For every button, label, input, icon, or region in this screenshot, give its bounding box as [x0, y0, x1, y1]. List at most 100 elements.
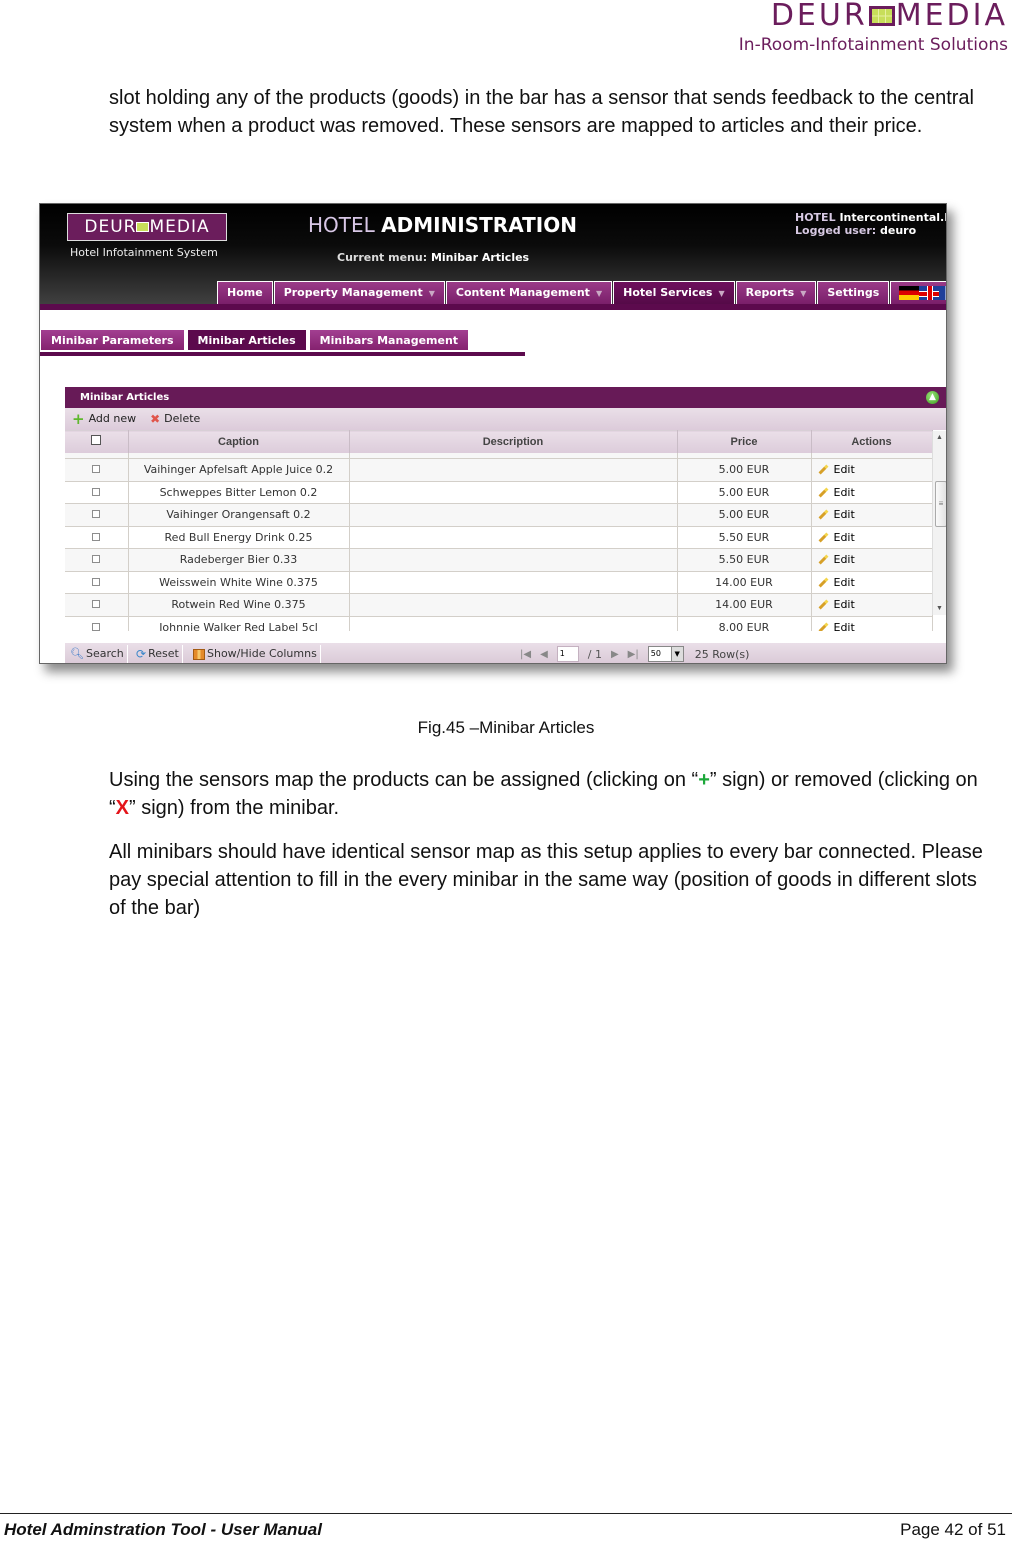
nav-home[interactable]: Home: [217, 281, 273, 304]
nav-content-management[interactable]: Content Management ▼: [445, 281, 613, 304]
edit-button[interactable]: Edit: [818, 508, 855, 521]
caption-cell: Weisswein White Wine 0.375: [128, 571, 350, 594]
app-logo[interactable]: DEUR MEDIA: [67, 213, 227, 241]
chip-icon: [136, 222, 150, 232]
edit-label: Edit: [833, 620, 855, 631]
title-light: HOTEL: [308, 213, 375, 237]
app-header: DEUR MEDIA Hotel Infotainment System HOTE…: [40, 204, 946, 308]
first-page-icon[interactable]: |◀: [520, 649, 531, 660]
edit-button[interactable]: Edit: [818, 531, 855, 544]
table-row[interactable]: Red Bull Energy Drink 0.25 5.50 EUR Edit: [65, 526, 933, 549]
nav-label: Content Management: [455, 286, 590, 299]
actions-cell: Edit: [811, 526, 933, 549]
nav-label: Settings: [827, 286, 880, 299]
description-cell: [349, 616, 678, 631]
prev-page-icon[interactable]: ◀: [540, 649, 548, 660]
edit-label: Edit: [833, 575, 855, 589]
collapse-up-icon[interactable]: ▲: [926, 391, 939, 404]
edit-label: Edit: [833, 530, 855, 544]
column-description[interactable]: Description: [349, 430, 678, 453]
intro-paragraph: slot holding any of the products (goods)…: [109, 87, 974, 137]
columns-label: Show/Hide Columns: [207, 647, 317, 660]
edit-button[interactable]: Edit: [818, 576, 855, 589]
last-page-icon[interactable]: ▶|: [628, 649, 639, 660]
description-cell: [349, 548, 678, 572]
search-label: Search: [85, 647, 124, 660]
tab-minibars-management[interactable]: Minibars Management: [308, 329, 470, 351]
german-flag-icon[interactable]: [899, 286, 920, 300]
edit-label: Edit: [833, 463, 855, 477]
scroll-down-arrow-icon[interactable]: ▼: [936, 605, 943, 612]
hotel-name: Intercontinental.B: [839, 211, 947, 224]
caption-cell: Vaihinger Orangensaft 0.2: [128, 503, 350, 527]
text-segment: ” sign) from the minibar.: [129, 797, 340, 819]
select-all-checkbox[interactable]: [91, 435, 102, 446]
search-button[interactable]: 🔍︎ Search: [68, 645, 128, 663]
app-title: HOTEL ADMINISTRATION: [308, 213, 577, 237]
reset-button[interactable]: ⟳ Reset: [134, 645, 183, 663]
table-row[interactable]: Johnnie Walker Red Label 5cl 8.00 EUR Edit: [65, 616, 933, 631]
uk-flag-icon[interactable]: [919, 286, 940, 300]
pencil-icon: [818, 464, 828, 475]
edit-button[interactable]: Edit: [818, 553, 855, 566]
page-size-select[interactable]: 50 ▼: [647, 646, 684, 662]
add-new-label: Add new: [88, 412, 137, 425]
nav-hotel-services[interactable]: Hotel Services ▼: [613, 281, 735, 304]
show-hide-columns-button[interactable]: Show/Hide Columns: [191, 645, 321, 663]
page-number-input[interactable]: 1: [556, 646, 579, 662]
current-menu: Current menu: Minibar Articles: [337, 251, 529, 264]
nav-reports[interactable]: Reports ▼: [735, 281, 817, 304]
row-checkbox[interactable]: [92, 555, 101, 564]
delete-button[interactable]: ✖ Delete: [150, 408, 200, 430]
pencil-icon: [818, 554, 828, 565]
main-nav: Home Property Management ▼ Content Manage…: [217, 281, 946, 304]
row-select-cell: [65, 571, 129, 594]
hotel-label: HOTEL: [795, 211, 836, 224]
footer-divider: [0, 1513, 1012, 1514]
row-checkbox[interactable]: [92, 600, 101, 609]
add-new-button[interactable]: + Add new: [72, 408, 136, 430]
nav-settings[interactable]: Settings: [817, 281, 890, 304]
description-cell: [349, 571, 678, 594]
row-select-cell: [65, 593, 129, 617]
table-row[interactable]: Vaihinger Apfelsaft Apple Juice 0.2 5.00 …: [65, 458, 933, 482]
user-name: deuro: [880, 224, 917, 237]
vertical-scrollbar[interactable]: ▲ ≡ ▼: [932, 431, 946, 615]
actions-cell: Edit: [811, 593, 933, 617]
table-row[interactable]: Schweppes Bitter Lemon 0.2 5.00 EUR Edit: [65, 481, 933, 504]
app-logo-left: DEUR: [84, 217, 137, 237]
nav-property-management[interactable]: Property Management ▼: [273, 281, 445, 304]
tab-minibar-articles[interactable]: Minibar Articles: [186, 329, 307, 351]
edit-button[interactable]: Edit: [818, 598, 855, 611]
edit-button[interactable]: Edit: [818, 621, 855, 631]
column-caption[interactable]: Caption: [128, 430, 350, 453]
edit-button[interactable]: Edit: [818, 463, 855, 476]
table-row[interactable]: Radeberger Bier 0.33 5.50 EUR Edit: [65, 548, 933, 572]
row-checkbox[interactable]: [92, 510, 101, 519]
edit-label: Edit: [833, 485, 855, 499]
scroll-up-arrow-icon[interactable]: ▲: [936, 434, 943, 441]
row-checkbox[interactable]: [92, 532, 101, 541]
next-page-icon[interactable]: ▶: [611, 649, 619, 660]
delete-label: Delete: [164, 412, 201, 425]
column-price[interactable]: Price: [677, 430, 812, 453]
chevron-down-icon: ▼: [718, 289, 725, 298]
edit-button[interactable]: Edit: [818, 486, 855, 499]
actions-cell: Edit: [811, 503, 933, 527]
row-checkbox[interactable]: [92, 622, 101, 631]
text-segment: Using the sensors map the products can b…: [109, 769, 699, 791]
row-checkbox[interactable]: [92, 577, 101, 586]
description-cell: [349, 503, 678, 527]
table-row[interactable]: Rotwein Red Wine 0.375 14.00 EUR Edit: [65, 593, 933, 617]
row-checkbox[interactable]: [92, 465, 101, 474]
description-cell: [349, 593, 678, 617]
articles-table: Vaihinger Apfelsaft Apple Juice 0.2 5.00 …: [65, 452, 933, 631]
table-row[interactable]: Weisswein White Wine 0.375 14.00 EUR Edit: [65, 571, 933, 594]
deuromedia-logo: DEUR MEDIA: [678, 0, 1008, 32]
tab-minibar-parameters[interactable]: Minibar Parameters: [40, 329, 185, 351]
table-row[interactable]: Vaihinger Orangensaft 0.2 5.00 EUR Edit: [65, 503, 933, 527]
french-flag-icon[interactable]: [939, 286, 946, 300]
row-checkbox[interactable]: [92, 487, 101, 496]
scroll-thumb[interactable]: ≡: [935, 481, 946, 527]
caption-cell: Johnnie Walker Red Label 5cl: [128, 616, 350, 631]
